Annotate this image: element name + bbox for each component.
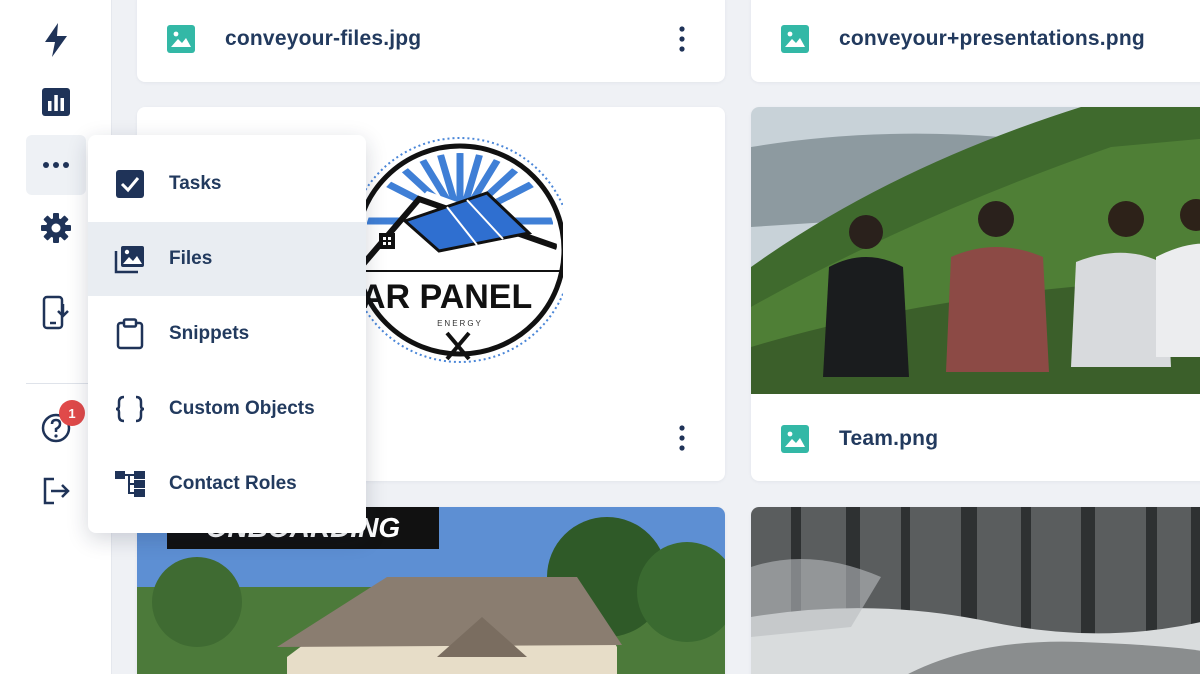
clipboard-icon [116,318,144,350]
sidebar-lightning-button[interactable] [26,10,86,70]
file-name[interactable]: Team.png [839,427,938,451]
hierarchy-icon [115,471,145,497]
file-card[interactable]: conveyour-files.jpg [137,0,725,82]
logo-title-text: OLAR PANEL [357,278,532,316]
menu-item-label: Contact Roles [169,473,297,494]
menu-item-label: Custom Objects [169,398,315,419]
sidebar-more-button[interactable] [26,135,86,195]
menu-item-label: Tasks [169,173,222,194]
menu-item-tasks[interactable]: Tasks [88,147,366,221]
images-icon [114,246,144,274]
more-horizontal-icon [43,162,69,168]
gear-icon [41,213,71,243]
menu-item-contact-roles[interactable]: Contact Roles [88,447,366,521]
lightning-icon [45,23,67,57]
file-card[interactable] [751,507,1200,674]
menu-item-files[interactable]: Files [88,222,366,296]
checkbox-icon [116,170,144,198]
file-name[interactable]: conveyour+presentations.png [839,27,1145,51]
file-options-button[interactable] [670,423,694,453]
image-file-icon [781,425,809,453]
logout-icon [43,477,70,505]
bar-chart-icon [42,88,70,116]
file-card[interactable]: conveyour+presentations.png [751,0,1200,82]
solar-panel-logo-image: OLAR PANEL ENERGY [357,137,563,363]
braces-icon [115,395,145,423]
image-file-icon [781,25,809,53]
menu-item-custom-objects[interactable]: Custom Objects [88,372,366,446]
sidebar-logout-button[interactable] [26,461,86,521]
snowy-forest-photo [751,507,1200,674]
notification-badge: 1 [59,400,85,426]
menu-item-snippets[interactable]: Snippets [88,297,366,371]
sidebar-settings-button[interactable] [26,198,86,258]
sidebar-reports-button[interactable] [26,72,86,132]
more-vertical-icon [679,26,685,52]
more-menu-dropdown: Tasks Files Snippets Custom Objects Cont… [88,135,366,533]
menu-item-label: Files [169,248,213,269]
sidebar-mobile-app-button[interactable] [26,283,86,343]
file-card[interactable]: Team.png [751,107,1200,481]
team-photo [751,107,1200,394]
mobile-download-icon [42,295,69,330]
menu-item-label: Snippets [169,323,250,344]
more-vertical-icon [679,425,685,451]
file-options-button[interactable] [670,24,694,54]
image-file-icon [167,25,195,53]
logo-subtitle-text: ENERGY [437,319,483,328]
file-name[interactable]: conveyour-files.jpg [225,27,421,51]
